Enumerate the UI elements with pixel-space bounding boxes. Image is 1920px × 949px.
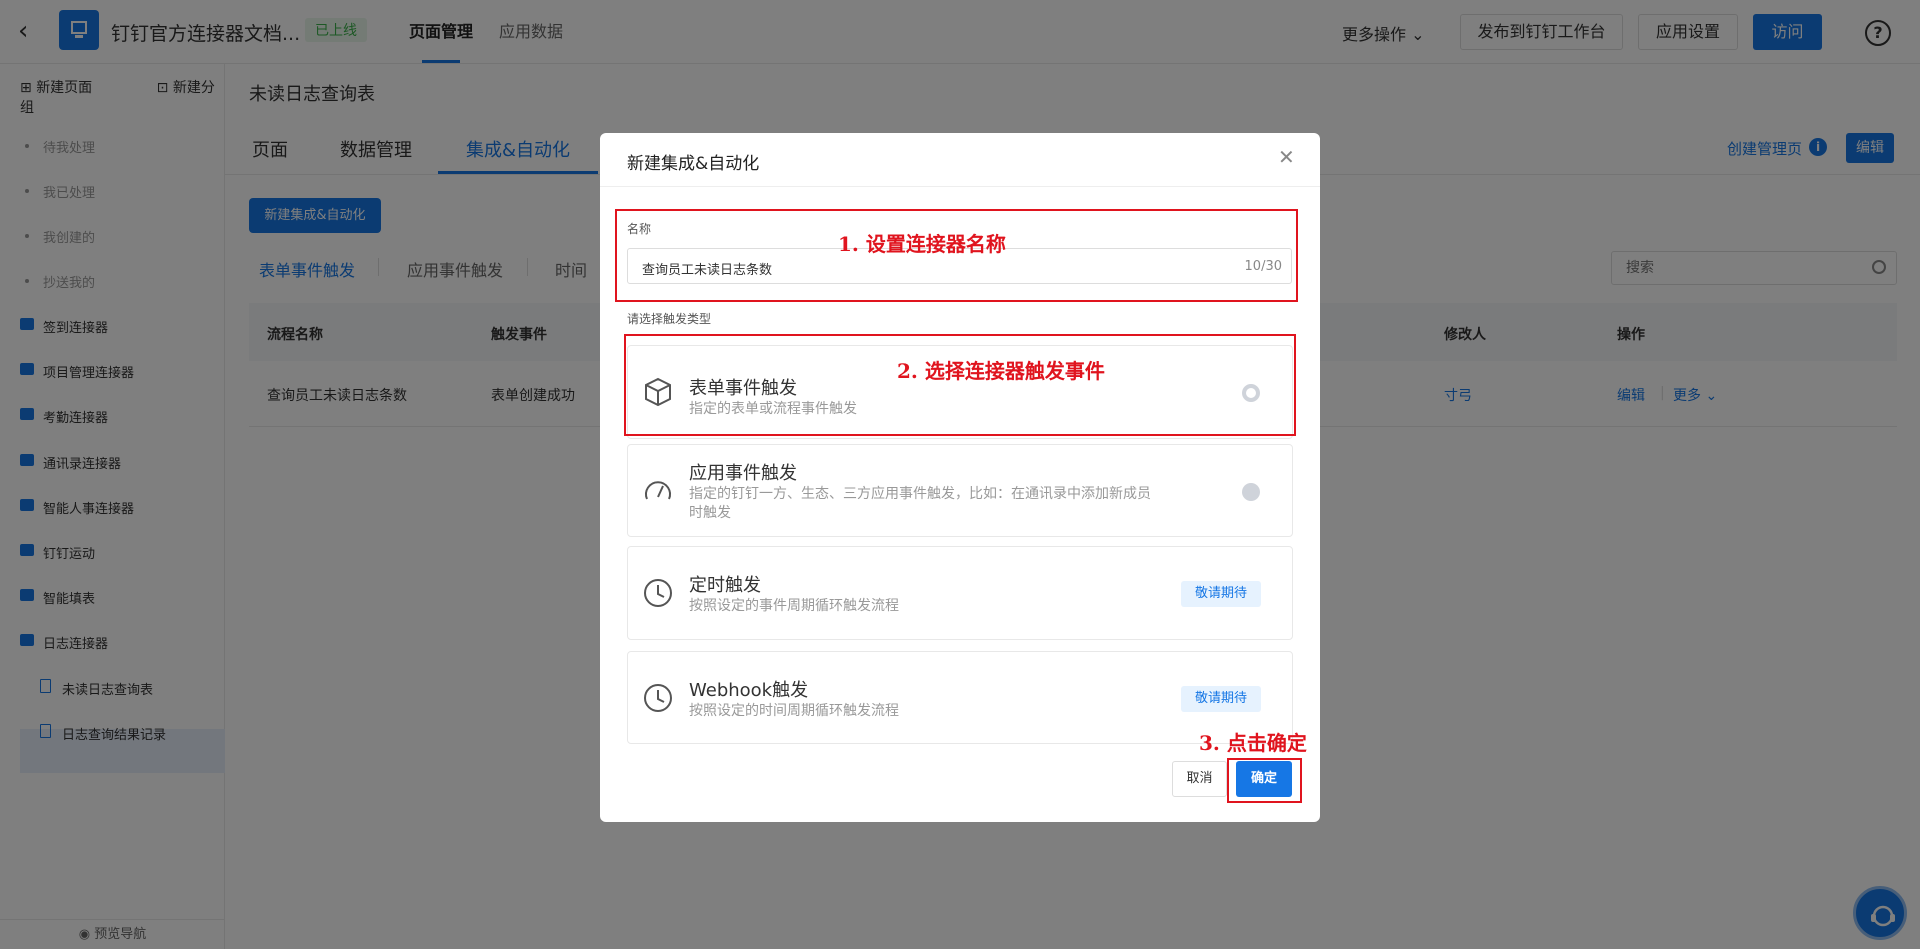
clock-icon [644, 579, 672, 607]
coming-soon-badge: 敬请期待 [1181, 686, 1261, 712]
annotation-box-trigger [624, 334, 1296, 436]
modal-divider [600, 186, 1320, 187]
card-description: 按照设定的事件周期循环触发流程 [689, 598, 899, 614]
close-icon[interactable]: ✕ [1278, 145, 1295, 169]
coming-soon-badge: 敬请期待 [1181, 581, 1261, 607]
gauge-icon [645, 481, 671, 500]
trigger-card-scheduled[interactable]: 定时触发 按照设定的事件周期循环触发流程 敬请期待 [627, 546, 1293, 640]
card-description: 按照设定的时间周期循环触发流程 [689, 703, 899, 719]
trigger-type-label: 请选择触发类型 [627, 312, 712, 326]
trigger-card-app-event[interactable]: 应用事件触发 指定的钉钉一方、生态、三方应用事件触发，比如：在通讯录中添加新成员… [627, 444, 1293, 537]
radio-button[interactable] [1242, 483, 1260, 501]
annotation-box-confirm [1227, 758, 1302, 803]
modal-title: 新建集成&自动化 [627, 154, 760, 174]
cancel-button[interactable]: 取消 [1172, 761, 1227, 797]
annotation-step1: 1. 设置连接器名称 [838, 232, 1006, 256]
annotation-step3: 3. 点击确定 [1199, 731, 1307, 755]
card-title: Webhook触发 [689, 680, 809, 701]
trigger-card-webhook[interactable]: Webhook触发 按照设定的时间周期循环触发流程 敬请期待 [627, 651, 1293, 744]
card-title: 定时触发 [689, 575, 761, 596]
clock-icon [644, 684, 672, 712]
card-description: 指定的钉钉一方、生态、三方应用事件触发，比如：在通讯录中添加新成员时触发 [689, 486, 1151, 521]
card-title: 应用事件触发 [689, 463, 797, 484]
annotation-step2: 2. 选择连接器触发事件 [897, 359, 1105, 383]
